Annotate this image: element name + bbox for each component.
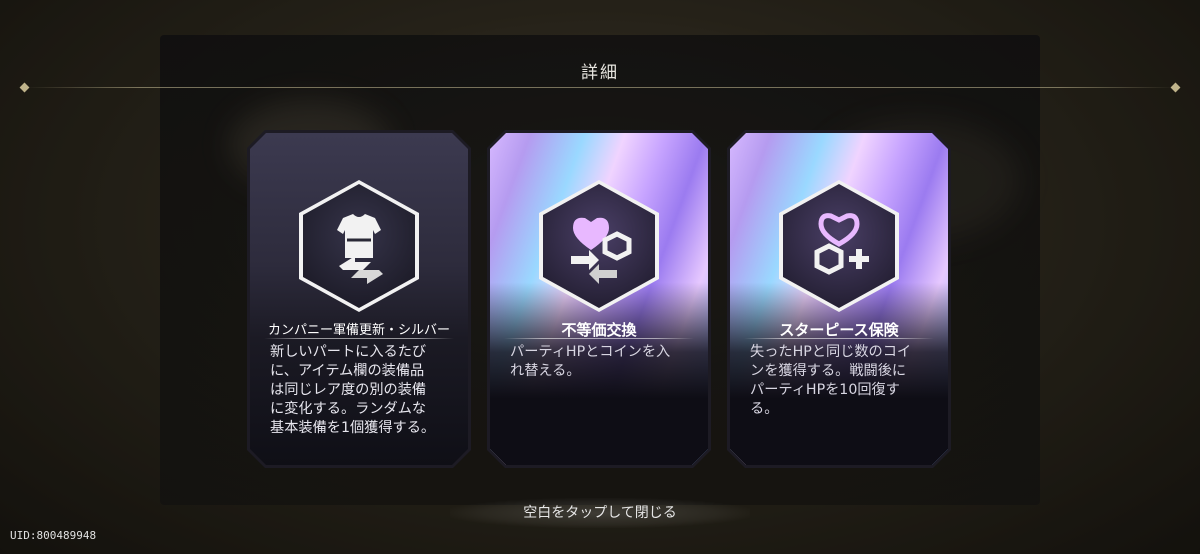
card-description: 新しいパートに入るたび に、アイテム欄の装備品 は同じレア度の別の装備 に変化す…: [270, 344, 436, 436]
card-background: 不等価交換 パーティHPとコインを入 れ替える。: [490, 133, 708, 465]
card-description: 失ったHPと同じ数のコイ ンを獲得する。戦闘後に パーティHPを10回復す る。: [750, 344, 912, 417]
tap-to-close-hint[interactable]: 空白をタップして閉じる: [450, 498, 750, 528]
card-description: パーティHPとコインを入 れ替える。: [510, 344, 671, 379]
user-id-label: UID:800489948: [10, 529, 97, 542]
title-divider: [24, 87, 1176, 88]
dialog-title: 詳細: [581, 63, 619, 83]
card-icon-frame: [539, 180, 659, 312]
card-starpiece-insurance[interactable]: スターピース保険 失ったHPと同じ数のコイ ンを獲得する。戦闘後に パーティHP…: [727, 130, 951, 468]
card-title: 不等価交換: [561, 321, 637, 339]
card-title: スターピース保険: [779, 321, 899, 339]
card-background: カンパニー軍備更新・シルバー 新しいパートに入るたび に、アイテム欄の装備品 は…: [250, 133, 468, 465]
card-title: カンパニー軍備更新・シルバー: [267, 323, 450, 338]
card-icon-frame: [779, 180, 899, 312]
card-title-divider: [744, 338, 934, 339]
card-title-divider: [264, 338, 454, 339]
card-unequal-exchange[interactable]: 不等価交換 パーティHPとコインを入 れ替える。: [487, 130, 711, 468]
card-background: スターピース保険 失ったHPと同じ数のコイ ンを獲得する。戦闘後に パーティHP…: [730, 133, 948, 465]
card-title-divider: [504, 338, 694, 339]
card-icon-frame: [299, 180, 419, 312]
card-armament-update[interactable]: カンパニー軍備更新・シルバー 新しいパートに入るたび に、アイテム欄の装備品 は…: [247, 130, 471, 468]
